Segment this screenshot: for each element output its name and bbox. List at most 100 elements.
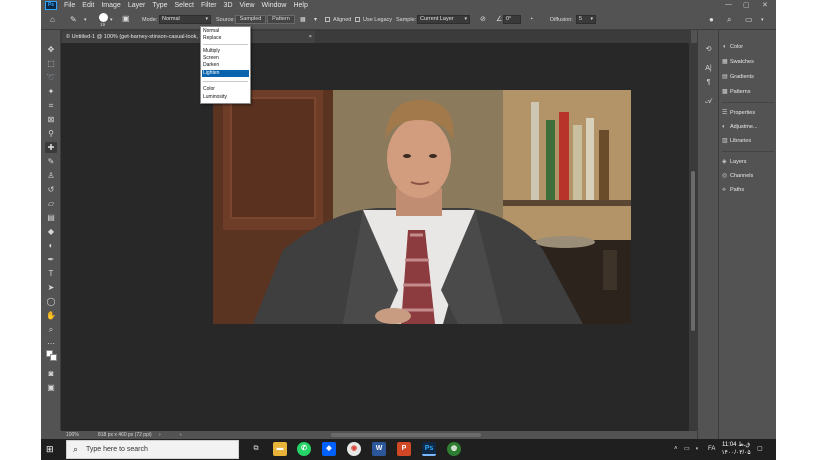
taskbar-search-box[interactable]: ⌕ Type here to search: [66, 440, 239, 459]
lasso-tool-icon[interactable]: ➰: [45, 72, 57, 83]
document-tab-close-icon[interactable]: ×: [309, 31, 312, 43]
photoshop-taskbar-icon[interactable]: Ps: [422, 442, 436, 456]
chrome-icon[interactable]: ◉: [347, 442, 361, 456]
pen-tool-icon[interactable]: ✒: [45, 254, 57, 265]
blur-tool-icon[interactable]: ◆: [45, 226, 57, 237]
status-chevron-icon[interactable]: ›: [159, 431, 161, 439]
system-clock[interactable]: 11:04 ق.ظ ۱۴۰۰/۰۳/۰۵: [721, 441, 751, 457]
document-image[interactable]: [213, 90, 631, 324]
history-brush-tool-icon[interactable]: ↺: [45, 184, 57, 195]
gradient-tool-icon[interactable]: ▤: [45, 212, 57, 223]
task-view-icon[interactable]: ⧉: [249, 442, 263, 456]
hand-tool-icon[interactable]: ✋: [45, 310, 57, 321]
network-icon[interactable]: ▭: [684, 444, 690, 454]
pattern-picker-icon[interactable]: ▦: [300, 15, 306, 25]
windows-start-icon[interactable]: ⊞: [46, 444, 57, 455]
maximize-button[interactable]: ▢: [743, 1, 750, 9]
pressure-size-icon[interactable]: ◔: [529, 15, 533, 25]
menu-edit[interactable]: Edit: [82, 2, 94, 9]
workspace-icon[interactable]: ▭: [745, 15, 753, 25]
use-legacy-checkbox[interactable]: [355, 17, 360, 22]
eyedropper-tool-icon[interactable]: ⚲: [45, 128, 57, 139]
volume-icon[interactable]: ◖: [695, 444, 699, 454]
type-tool-icon[interactable]: T: [45, 268, 57, 279]
marquee-tool-icon[interactable]: ⬚: [45, 58, 57, 69]
panel-adjustments[interactable]: ◐ Adjustme...: [722, 122, 776, 132]
background-color-swatch[interactable]: [50, 354, 57, 361]
menu-image[interactable]: Image: [101, 2, 120, 9]
brush-tool-icon[interactable]: ✎: [45, 156, 57, 167]
clone-stamp-tool-icon[interactable]: ✎: [70, 15, 77, 25]
quick-select-tool-icon[interactable]: ✦: [45, 86, 57, 97]
sample-select[interactable]: Current Layer ▾: [417, 15, 470, 24]
user-account-icon[interactable]: ●: [709, 15, 714, 25]
mode-option-screen[interactable]: Screen: [202, 55, 249, 62]
mode-option-replace[interactable]: Replace: [202, 35, 249, 42]
panel-color[interactable]: ◑ Color: [722, 42, 776, 52]
whatsapp-icon[interactable]: ✆: [297, 442, 311, 456]
aligned-checkbox[interactable]: [325, 17, 330, 22]
character-panel-icon[interactable]: A|: [703, 63, 714, 74]
screen-mode-icon[interactable]: ▣: [45, 382, 57, 393]
menu-help[interactable]: Help: [293, 2, 307, 9]
mode-option-normal[interactable]: Normal: [202, 28, 249, 35]
glyphs-panel-icon[interactable]: 𝒜: [703, 96, 714, 107]
mode-option-multiply[interactable]: Multiply: [202, 48, 249, 55]
panel-patterns[interactable]: ▩ Patterns: [722, 87, 776, 97]
diffusion-input[interactable]: 5 ▾: [576, 15, 596, 24]
mode-select[interactable]: Normal ▾: [159, 15, 211, 24]
home-icon[interactable]: ⌂: [50, 15, 55, 25]
brush-picker-chevron-icon[interactable]: ▾: [110, 15, 113, 25]
quick-mask-icon[interactable]: ◙: [45, 368, 57, 379]
panel-channels[interactable]: ◎ Channels: [722, 171, 776, 181]
mode-option-luminosity[interactable]: Luminosity: [202, 94, 249, 101]
canvas-area[interactable]: [61, 43, 689, 431]
minimize-button[interactable]: —: [725, 1, 732, 8]
file-explorer-icon[interactable]: ▬: [273, 442, 287, 456]
vertical-scrollbar-thumb[interactable]: [691, 171, 695, 331]
healing-brush-tool-icon[interactable]: ✚: [45, 142, 57, 153]
clone-source-panel-icon[interactable]: ▣: [122, 14, 130, 24]
scroll-left-icon[interactable]: ‹: [180, 431, 182, 439]
close-button[interactable]: ✕: [762, 1, 768, 9]
chevron-down-icon[interactable]: ▾: [314, 15, 317, 25]
frame-tool-icon[interactable]: ⊠: [45, 114, 57, 125]
dropbox-icon[interactable]: ◆: [322, 442, 336, 456]
menu-view[interactable]: View: [240, 2, 255, 9]
mode-option-color[interactable]: Color: [202, 86, 249, 93]
clone-stamp-tool-icon[interactable]: ♙: [45, 170, 57, 181]
zoom-tool-icon[interactable]: ⌕: [45, 324, 57, 335]
zoom-level[interactable]: 100%: [66, 431, 79, 439]
menu-file[interactable]: File: [64, 2, 75, 9]
move-tool-icon[interactable]: ✥: [45, 44, 57, 55]
path-selection-tool-icon[interactable]: ➤: [45, 282, 57, 293]
search-icon[interactable]: ⌕: [727, 15, 731, 25]
tool-preset-chevron-icon[interactable]: ▾: [84, 15, 87, 25]
word-icon[interactable]: W: [372, 442, 386, 456]
history-panel-icon[interactable]: ⟲: [703, 44, 714, 55]
chevron-down-icon[interactable]: ▾: [761, 15, 764, 25]
vertical-scrollbar[interactable]: [689, 43, 697, 431]
ellipse-tool-icon[interactable]: ◯: [45, 296, 57, 307]
menu-type[interactable]: Type: [152, 2, 167, 9]
panel-swatches[interactable]: ▦ Swatches: [722, 57, 776, 67]
powerpoint-icon[interactable]: P: [397, 442, 411, 456]
ignore-adjustment-layers-icon[interactable]: ⊘: [480, 15, 486, 25]
show-hidden-icons-icon[interactable]: ˄: [674, 444, 678, 454]
language-indicator[interactable]: FA: [708, 444, 715, 454]
menu-layer[interactable]: Layer: [128, 2, 146, 9]
source-sampled-button[interactable]: Sampled: [235, 15, 266, 24]
menu-3d[interactable]: 3D: [224, 2, 233, 9]
horizontal-scrollbar-thumb[interactable]: [331, 433, 481, 437]
more-tools-icon[interactable]: ⋯: [45, 338, 57, 349]
document-tab[interactable]: © Untitled-1 @ 100% (get-barney-stinson-…: [62, 31, 315, 43]
panel-paths[interactable]: ⟡ Paths: [722, 185, 776, 195]
panel-layers[interactable]: ◈ Layers: [722, 157, 776, 167]
crop-tool-icon[interactable]: ⌗: [45, 100, 57, 111]
panel-libraries[interactable]: ▥ Libraries: [722, 136, 776, 146]
menu-window[interactable]: Window: [262, 2, 287, 9]
menu-select[interactable]: Select: [175, 2, 194, 9]
source-pattern-button[interactable]: Pattern: [267, 15, 295, 24]
notifications-icon[interactable]: ▢: [757, 444, 763, 454]
browser-icon[interactable]: ◍: [447, 442, 461, 456]
